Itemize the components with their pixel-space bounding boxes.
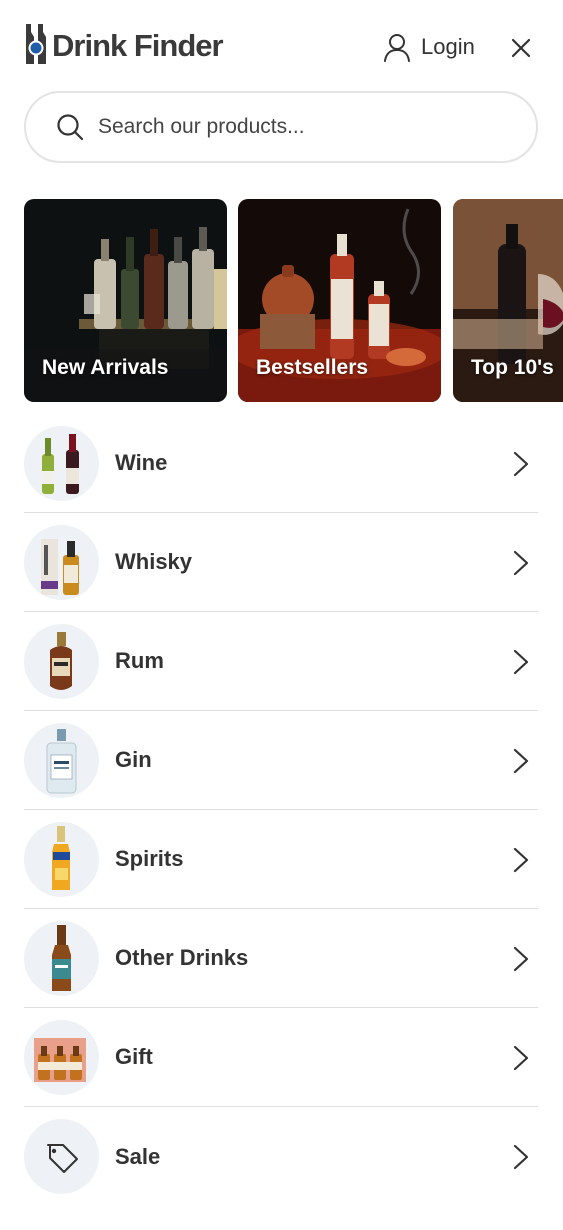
featured-carousel[interactable]: New Arrivals Bestsellers Top 10's — [24, 199, 563, 402]
wine-bottles-icon — [24, 425, 99, 501]
chevron-right-icon — [513, 748, 529, 774]
chevron-right-icon — [513, 451, 529, 477]
close-icon[interactable] — [505, 32, 537, 64]
user-icon — [384, 34, 410, 62]
category-list: Wine Whisky Rum Gin Spirits Other Drinks… — [24, 414, 538, 1206]
whisky-bottle-icon — [24, 524, 99, 600]
category-item-whisky[interactable]: Whisky — [24, 513, 538, 612]
category-label: Sale — [115, 1143, 161, 1169]
bottle-logo-icon — [26, 24, 46, 64]
chevron-right-icon — [513, 550, 529, 576]
card-label: New Arrivals — [42, 356, 169, 379]
search-icon — [57, 114, 84, 141]
card-label: Top 10's — [471, 356, 554, 379]
category-label: Whisky — [115, 549, 193, 574]
category-item-other-drinks[interactable]: Other Drinks — [24, 909, 538, 1008]
category-item-spirits[interactable]: Spirits — [24, 810, 538, 909]
chevron-right-icon — [513, 1045, 529, 1071]
category-item-gin[interactable]: Gin — [24, 711, 538, 810]
brand-logo[interactable]: Drink Finder — [24, 22, 224, 66]
chevron-right-icon — [513, 946, 529, 972]
beer-bottle-icon — [24, 920, 99, 996]
login-button[interactable]: Login — [383, 32, 475, 62]
price-tag-icon — [24, 1119, 99, 1194]
category-item-gift[interactable]: Gift — [24, 1008, 538, 1107]
chevron-right-icon — [513, 649, 529, 675]
category-label: Spirits — [115, 846, 184, 871]
chevron-right-icon — [513, 847, 529, 873]
spirits-bottle-icon — [24, 821, 99, 897]
rum-bottle-icon — [24, 623, 99, 699]
category-label: Gin — [115, 747, 152, 772]
category-label: Wine — [115, 450, 168, 475]
category-item-sale[interactable]: Sale — [24, 1107, 538, 1206]
brand-name: Drink Finder — [52, 28, 224, 63]
card-label: Bestsellers — [256, 356, 369, 379]
card-new-arrivals[interactable]: New Arrivals — [24, 199, 227, 402]
category-label: Rum — [115, 648, 164, 673]
login-label: Login — [421, 34, 475, 59]
header: Drink Finder Login — [0, 0, 563, 90]
gin-bottle-icon — [24, 722, 99, 798]
category-label: Gift — [115, 1044, 153, 1069]
search-bar[interactable] — [24, 91, 538, 163]
category-label: Other Drinks — [115, 945, 249, 970]
gift-set-icon — [24, 1019, 99, 1095]
category-item-wine[interactable]: Wine — [24, 414, 538, 513]
card-top-10s[interactable]: Top 10's — [453, 199, 563, 402]
search-input[interactable] — [98, 115, 478, 139]
category-item-rum[interactable]: Rum — [24, 612, 538, 711]
card-bestsellers[interactable]: Bestsellers — [238, 199, 441, 402]
chevron-right-icon — [513, 1144, 529, 1170]
